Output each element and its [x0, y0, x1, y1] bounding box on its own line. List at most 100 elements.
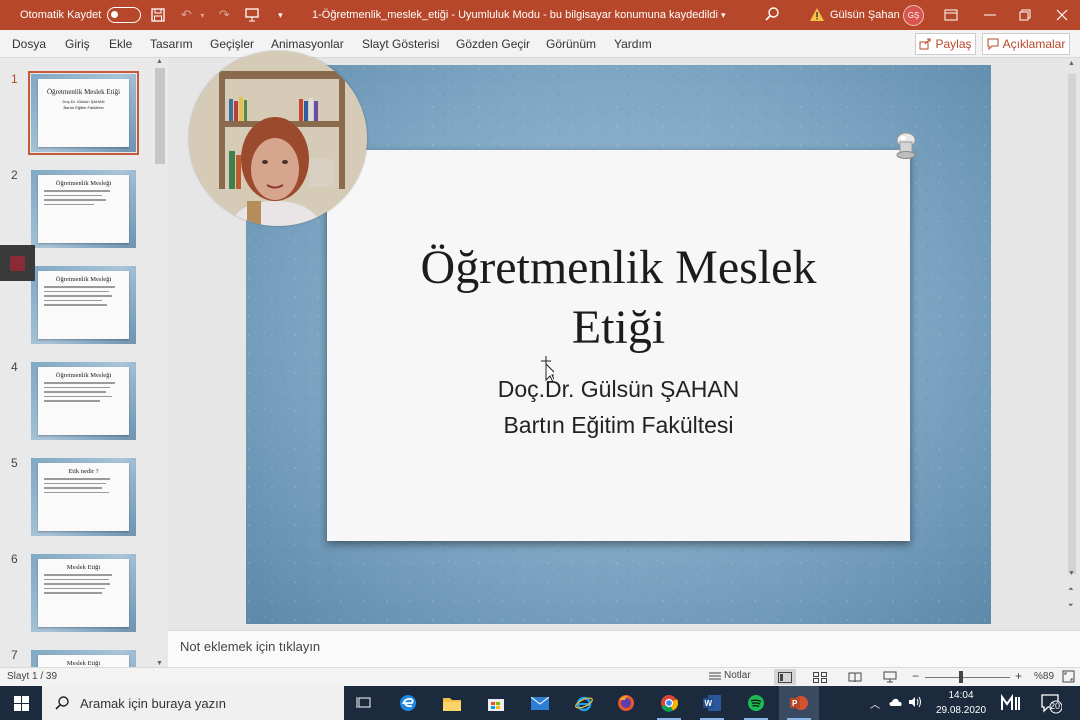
thumbnail-title: Meslek Etiği — [66, 564, 101, 571]
show-hidden-icons-icon[interactable]: ︿ — [870, 696, 880, 711]
thumbnail-subtitle: Doç.Dr. Gülsün ŞAHAN — [62, 99, 105, 104]
tab-review[interactable]: Gözden Geçir — [456, 30, 530, 58]
previous-slide-icon[interactable]: ⏶ — [1068, 586, 1074, 594]
fit-to-window-icon[interactable] — [1062, 670, 1075, 686]
normal-view-icon[interactable] — [774, 669, 796, 685]
reading-view-icon[interactable] — [844, 669, 866, 685]
slide-show-icon[interactable] — [879, 669, 901, 685]
webcam-video — [189, 51, 367, 226]
scrollbar-thumb[interactable] — [155, 68, 165, 164]
undo-icon[interactable]: ↶ — [175, 4, 197, 26]
tab-help[interactable]: Yardım — [614, 30, 652, 58]
ribbon-display-options-icon[interactable] — [933, 0, 969, 30]
customize-toolbar-icon[interactable]: ▾ — [269, 4, 291, 26]
slide-title[interactable]: Öğretmenlik Meslek Etiği — [327, 238, 910, 358]
editor-scrollbar[interactable]: ▲ ▼ ⏶ ⏷ — [1064, 58, 1080, 630]
redo-icon[interactable]: ↷ — [213, 4, 235, 26]
powerpoint-icon[interactable]: P — [779, 686, 819, 720]
share-button[interactable]: Paylaş — [915, 33, 976, 55]
tab-home[interactable]: Giriş — [65, 30, 90, 58]
mail-icon[interactable] — [520, 686, 560, 720]
undo-dropdown-icon[interactable]: ▾ — [197, 4, 207, 26]
clock[interactable]: 14:04 29.08.2020 — [930, 688, 992, 718]
slide-thumbnail-1[interactable]: Öğretmenlik Meslek Etiği Doç.Dr. Gülsün … — [28, 71, 139, 155]
minimize-icon[interactable] — [972, 0, 1008, 30]
scroll-up-icon[interactable]: ▲ — [1068, 60, 1075, 67]
share-icon — [919, 38, 931, 50]
search-icon[interactable] — [764, 6, 782, 24]
edge-icon[interactable] — [388, 686, 428, 720]
slide-thumbnail-2[interactable]: Öğretmenlik Mesleği — [31, 170, 136, 248]
slide-thumbnail-7[interactable]: Meslek Etiği — [31, 650, 136, 667]
status-bar: Slayt 1 / 39 Notlar − + %89 — [0, 667, 1080, 686]
comment-icon — [987, 38, 999, 50]
slide-sorter-icon[interactable] — [809, 669, 831, 685]
document-title[interactable]: 1-Öğretmenlik_meslek_etiği - Uyumluluk M… — [312, 0, 726, 30]
chrome-icon[interactable] — [649, 686, 689, 720]
comments-button[interactable]: Açıklamalar — [982, 33, 1070, 55]
tab-design[interactable]: Tasarım — [150, 30, 193, 58]
windows-start-icon[interactable] — [0, 686, 42, 720]
slide-thumbnail-3[interactable]: Öğretmenlik Mesleği — [31, 266, 136, 344]
volume-icon[interactable] — [908, 696, 922, 711]
slide-thumbnail-panel: 1 Öğretmenlik Meslek Etiği Doç.Dr. Gülsü… — [0, 58, 168, 667]
scroll-down-icon[interactable]: ▼ — [156, 660, 163, 667]
tab-transitions[interactable]: Geçişler — [210, 30, 254, 58]
save-icon[interactable] — [147, 4, 169, 26]
slide-thumbnail-4[interactable]: Öğretmenlik Mesleği — [31, 362, 136, 440]
ribbon-tabs: Dosya Giriş Ekle Tasarım Geçişler Animas… — [0, 30, 1080, 58]
notes-placeholder[interactable]: Not eklemek için tıklayın — [180, 639, 320, 654]
thumbnail-subtitle: Bartın Eğitim Fakültesi — [63, 105, 104, 110]
thumbnail-title: Öğretmenlik Mesleği — [55, 276, 112, 283]
zoom-level[interactable]: %89 — [1034, 671, 1054, 682]
notes-button[interactable]: Notlar — [709, 670, 751, 681]
slide-title-line: Öğretmenlik Meslek — [420, 241, 817, 294]
internet-explorer-icon[interactable] — [564, 686, 604, 720]
slide-subtitle[interactable]: Bartın Eğitim Fakültesi — [327, 412, 910, 439]
tab-insert[interactable]: Ekle — [109, 30, 132, 58]
svg-text:P: P — [792, 699, 798, 708]
microsoft-store-icon[interactable] — [476, 686, 516, 720]
zoom-out-icon[interactable]: − — [912, 669, 919, 683]
thumbnail-title: Öğretmenlik Mesleği — [55, 180, 112, 187]
zoom-slider[interactable] — [925, 677, 1010, 678]
slide-thumbnail-6[interactable]: Meslek Etiği — [31, 554, 136, 632]
zoom-in-icon[interactable]: + — [1015, 669, 1022, 683]
slide-number: 4 — [11, 360, 18, 374]
avatar[interactable]: GŞ — [903, 5, 924, 26]
tab-file[interactable]: Dosya — [12, 30, 46, 58]
next-slide-icon[interactable]: ⏷ — [1068, 602, 1074, 610]
thumbnail-scrollbar[interactable]: ▲ ▼ — [153, 58, 167, 667]
restore-icon[interactable] — [1007, 0, 1043, 30]
taskbar-search-input[interactable]: Aramak için buraya yazın — [42, 686, 344, 720]
tab-view[interactable]: Görünüm — [546, 30, 596, 58]
present-from-start-icon[interactable] — [241, 4, 263, 26]
firefox-icon[interactable] — [606, 686, 646, 720]
title-dropdown-icon[interactable]: ▾ — [721, 10, 726, 20]
zoom-slider-thumb[interactable] — [958, 671, 963, 683]
autosave-control[interactable]: Otomatik Kaydet — [20, 7, 142, 23]
notification-center-icon[interactable]: 20 — [1040, 692, 1063, 717]
tab-slide-show[interactable]: Slayt Gösterisi — [362, 30, 439, 58]
close-icon[interactable] — [1044, 0, 1080, 30]
file-explorer-icon[interactable] — [432, 686, 472, 720]
scroll-down-icon[interactable]: ▼ — [1068, 570, 1075, 577]
stop-icon — [10, 255, 25, 271]
autosave-toggle[interactable] — [107, 7, 142, 23]
task-view-icon[interactable] — [344, 686, 384, 720]
record-stop-button[interactable] — [0, 245, 35, 281]
slide-thumbnail-5[interactable]: Etik nedir ? — [31, 458, 136, 536]
word-icon[interactable]: W — [692, 686, 732, 720]
slide-number: 1 — [11, 72, 18, 86]
scrollbar-thumb[interactable] — [1068, 74, 1076, 574]
onedrive-icon[interactable] — [888, 696, 902, 710]
slide-number: 5 — [11, 456, 18, 470]
notes-pane[interactable]: Not eklemek için tıklayın — [168, 630, 1080, 667]
slide-subtitle[interactable]: Doç.Dr. Gülsün ŞAHAN — [327, 376, 910, 403]
slide-number: 2 — [11, 168, 18, 182]
spotify-icon[interactable] — [736, 686, 776, 720]
scroll-up-icon[interactable]: ▲ — [156, 58, 163, 65]
user-name[interactable]: Gülsün Şahan — [830, 0, 900, 30]
warning-icon[interactable] — [810, 8, 824, 24]
meet-now-icon[interactable] — [1000, 693, 1022, 715]
